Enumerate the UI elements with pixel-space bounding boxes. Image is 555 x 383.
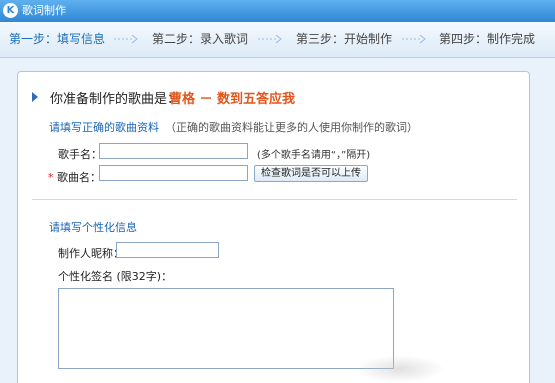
step-bar: 第一步：填写信息 第二步：录入歌词 第三步：开始制作 第四步：制作完成 xyxy=(0,22,555,58)
song-info-title: 请填写正确的歌曲资料 xyxy=(49,121,159,134)
step-separator-icon xyxy=(110,31,140,47)
cursor-smudge xyxy=(355,355,445,383)
step-3-start-making: 第三步：开始制作 xyxy=(296,32,393,46)
step-separator-icon xyxy=(398,31,428,47)
section-divider xyxy=(32,199,517,200)
singer-label: 歌手名： xyxy=(58,148,102,161)
song-name-label-text: 歌曲名： xyxy=(57,171,101,184)
required-marker: * xyxy=(48,171,54,184)
selected-song-label: 你准备制作的歌曲是： xyxy=(50,92,181,107)
check-lyrics-upload-button[interactable]: 检查歌词是否可以上传 xyxy=(254,165,368,182)
singer-hint: (多个歌手名请用“，”隔开) xyxy=(257,150,371,161)
nickname-input[interactable] xyxy=(116,242,219,258)
song-name-input[interactable] xyxy=(99,165,248,181)
song-info-section: 请填写正确的歌曲资料 （正确的歌曲资料能让更多的人使用你制作的歌词） xyxy=(49,119,418,135)
app-logo-icon: K xyxy=(3,3,18,18)
song-name-label: * 歌曲名： xyxy=(48,169,101,185)
selected-song-value: 曹格 － 数到五答应我 xyxy=(169,92,296,107)
personal-info-title: 请填写个性化信息 xyxy=(49,221,137,234)
song-info-note: （正确的歌曲资料能让更多的人使用你制作的歌词） xyxy=(165,121,418,134)
title-bar: K 歌词制作 xyxy=(0,0,555,22)
step-2-enter-lyrics: 第二步：录入歌词 xyxy=(152,32,249,46)
form-panel: 你准备制作的歌曲是： 曹格 － 数到五答应我 请填写正确的歌曲资料 （正确的歌曲资… xyxy=(17,71,530,383)
triangle-right-icon xyxy=(32,92,38,102)
nickname-label: 制作人昵称： xyxy=(58,247,124,260)
signature-textarea[interactable] xyxy=(58,288,394,369)
step-separator-icon xyxy=(254,31,284,47)
step-1-fill-info: 第一步：填写信息 xyxy=(9,32,106,46)
signature-label: 个性化签名 (限32字)： xyxy=(58,270,173,283)
step-4-complete: 第四步：制作完成 xyxy=(439,32,536,46)
window-title: 歌词制作 xyxy=(22,4,66,17)
singer-input[interactable] xyxy=(99,143,248,159)
